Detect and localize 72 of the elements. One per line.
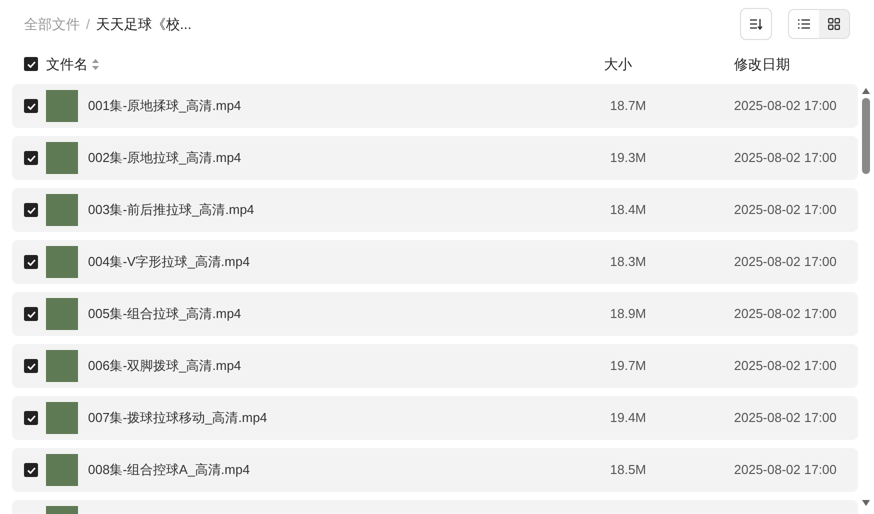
- checkbox[interactable]: [24, 151, 38, 165]
- file-row[interactable]: 005集-组合拉球_高清.mp4 18.9M 2025-08-02 17:00: [12, 292, 858, 336]
- file-size: 19.7M: [610, 357, 648, 376]
- checkmark-icon: [26, 466, 36, 474]
- file-row[interactable]: 002集-原地拉球_高清.mp4 19.3M 2025-08-02 17:00: [12, 136, 858, 180]
- file-row[interactable]: 003集-前后推拉球_高清.mp4 18.4M 2025-08-02 17:00: [12, 188, 858, 232]
- modified-date: 2025-08-02 17:00: [734, 149, 838, 168]
- file-row[interactable]: 006集-双脚拨球_高清.mp4 19.7M 2025-08-02 17:00: [12, 344, 858, 388]
- photo-placeholder: [46, 90, 78, 122]
- checkbox[interactable]: [24, 307, 38, 321]
- file-size: 19.4M: [610, 409, 648, 428]
- sort-icon: [749, 18, 763, 30]
- photo-placeholder: [46, 454, 78, 486]
- checkbox[interactable]: [24, 359, 38, 373]
- file-name: 007集-拨球拉球移动_高清.mp4: [88, 409, 268, 428]
- scroll-up-icon[interactable]: [862, 88, 870, 94]
- file-size: 18.4M: [610, 201, 648, 220]
- scrollbar-thumb[interactable]: [862, 98, 870, 174]
- file-size: 19.3M: [610, 149, 648, 168]
- file-row[interactable]: 001集-原地揉球_高清.mp4 18.7M 2025-08-02 17:00: [12, 84, 858, 128]
- breadcrumb-item[interactable]: 天天足球《校...: [96, 14, 192, 34]
- file-size: 18.5M: [610, 461, 648, 480]
- modified-date: 2025-08-02 17:00: [734, 409, 838, 428]
- checkmark-icon: [26, 362, 36, 370]
- checkbox[interactable]: [24, 57, 38, 71]
- checkbox[interactable]: [24, 411, 38, 425]
- checkmark-icon: [26, 258, 36, 266]
- scroll-down-icon[interactable]: [862, 500, 870, 506]
- grid-icon: [828, 18, 840, 30]
- modified-date: 2025-08-02 17:00: [734, 357, 838, 376]
- checkbox[interactable]: [24, 463, 38, 477]
- photo-placeholder: [46, 402, 78, 434]
- photo-placeholder: [46, 194, 78, 226]
- breadcrumb-separator: /: [86, 14, 90, 34]
- checkbox[interactable]: [24, 99, 38, 113]
- checkbox[interactable]: [24, 203, 38, 217]
- checkmark-icon: [26, 206, 36, 214]
- column-header[interactable]: 文件名: [46, 54, 88, 74]
- photo-placeholder: [46, 142, 78, 174]
- file-name: 005集-组合拉球_高清.mp4: [88, 305, 242, 324]
- file-name: 008集-组合控球A_高清.mp4: [88, 461, 251, 480]
- file-name: 003集-前后推拉球_高清.mp4: [88, 201, 256, 220]
- list-icon: [798, 19, 810, 29]
- file-row[interactable]: 007集-拨球拉球移动_高清.mp4 19.4M 2025-08-02 17:00: [12, 396, 858, 440]
- file-name: 002集-原地拉球_高清.mp4: [88, 149, 242, 168]
- column-header[interactable]: 大小: [604, 54, 734, 74]
- file-size: 18.7M: [610, 97, 648, 116]
- sort-button[interactable]: [740, 8, 772, 40]
- checkmark-icon: [26, 60, 36, 68]
- checkbox[interactable]: [24, 255, 38, 269]
- checkmark-icon: [26, 310, 36, 318]
- modified-date: 2025-08-02 17:00: [734, 253, 838, 272]
- checkmark-icon: [26, 414, 36, 422]
- file-name: 001集-原地揉球_高清.mp4: [88, 97, 242, 116]
- modified-date: 2025-08-02 17:00: [734, 201, 838, 220]
- file-name: 006集-双脚拨球_高清.mp4: [88, 357, 242, 376]
- sort-icon: [92, 58, 99, 70]
- file-name: 004集-V字形拉球_高清.mp4: [88, 253, 251, 272]
- modified-date: 2025-08-02 17:00: [734, 305, 838, 324]
- checkmark-icon: [26, 102, 36, 110]
- list-view-button[interactable]: [789, 10, 819, 38]
- modified-date: 2025-08-02 17:00: [734, 461, 838, 480]
- modified-date: 2025-08-02 17:00: [734, 97, 838, 116]
- photo-placeholder: [46, 246, 78, 278]
- file-size: 18.9M: [610, 305, 648, 324]
- column-header[interactable]: 修改日期: [734, 54, 858, 74]
- photo-placeholder: [46, 350, 78, 382]
- file-row[interactable]: 004集-V字形拉球_高清.mp4 18.3M 2025-08-02 17:00: [12, 240, 858, 284]
- photo-placeholder: [46, 298, 78, 330]
- file-size: 18.3M: [610, 253, 648, 272]
- file-row[interactable]: 008集-组合控球A_高清.mp4 18.5M 2025-08-02 17:00: [12, 448, 858, 492]
- checkmark-icon: [26, 154, 36, 162]
